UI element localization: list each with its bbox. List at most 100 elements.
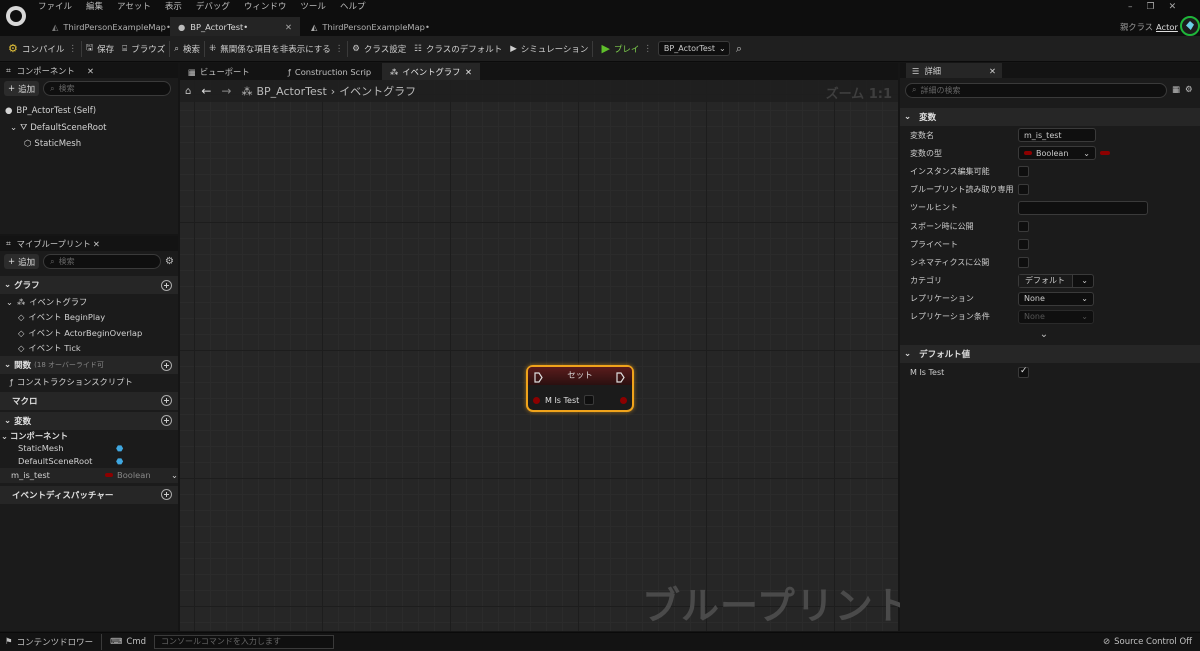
- source-control-button[interactable]: ⊘ Source Control Off: [1103, 637, 1192, 647]
- add-graph-icon[interactable]: [161, 279, 172, 291]
- more-icon[interactable]: ⋮: [643, 44, 652, 54]
- minimize-icon[interactable]: –: [1128, 2, 1133, 12]
- private-checkbox[interactable]: [1018, 238, 1029, 250]
- compile-button[interactable]: ⚙ コンパイル ⋮: [4, 36, 81, 62]
- chevron-down-icon[interactable]: ⌄: [171, 470, 178, 480]
- var-m-is-test[interactable]: m_is_test Boolean ⌄: [0, 467, 178, 483]
- components-subsection[interactable]: ⌄ コンポーネント: [0, 430, 178, 442]
- mybp-search-input[interactable]: ⌕ 検索: [43, 254, 162, 269]
- pin-value-checkbox[interactable]: [584, 395, 595, 405]
- add-button[interactable]: + 追加: [4, 254, 40, 269]
- tab-map-1[interactable]: ◭ ThirdPersonExampleMap•: [44, 17, 171, 36]
- graph-section-header[interactable]: ⌄ グラフ: [0, 276, 178, 294]
- breadcrumb-leaf[interactable]: イベントグラフ: [339, 83, 416, 99]
- functions-section-header[interactable]: ⌄ 関数 (18 オーバーライド可: [0, 356, 178, 374]
- tree-item-staticmesh[interactable]: ⬡ StaticMesh: [0, 136, 178, 152]
- unreal-logo-icon[interactable]: [6, 6, 26, 26]
- table-view-icon[interactable]: ▦: [1172, 85, 1180, 95]
- menu-file[interactable]: ファイル: [38, 0, 72, 15]
- macros-section-header[interactable]: マクロ: [0, 391, 178, 410]
- close-window-icon[interactable]: ✕: [1169, 2, 1177, 12]
- save-button[interactable]: 🖫 保存: [82, 36, 118, 62]
- class-settings-button[interactable]: ⚙ クラス設定: [348, 36, 410, 62]
- search-icon[interactable]: ⌕: [736, 42, 742, 56]
- add-variable-icon[interactable]: [161, 415, 172, 426]
- bool-out-pin-icon[interactable]: [620, 396, 627, 404]
- console-input[interactable]: コンソールコマンドを入力します: [154, 634, 335, 649]
- content-drawer-button[interactable]: ⚑ コンテンツドロワー: [0, 633, 93, 651]
- var-staticmesh[interactable]: StaticMesh ⬣: [0, 442, 178, 455]
- forward-arrow-icon[interactable]: →: [221, 84, 231, 98]
- event-graph-canvas[interactable]: ⌂ ← → ⁂ BP_ActorTest › イベントグラフ ズーム 1:1 ブ…: [180, 80, 912, 631]
- tree-item-defaultsceneroot[interactable]: ⌄ ⛛ DefaultSceneRoot: [0, 120, 178, 136]
- browse-button[interactable]: ⌸ ブラウズ: [118, 36, 169, 62]
- debug-object-select[interactable]: BP_ActorTest ⌄: [657, 41, 730, 56]
- back-arrow-icon[interactable]: ←: [201, 84, 211, 98]
- variable-name-input[interactable]: m_is_test: [1018, 128, 1096, 143]
- exec-out-pin-icon[interactable]: [616, 372, 625, 383]
- replication-select[interactable]: None ⌄: [1018, 291, 1094, 306]
- menu-tools[interactable]: ツール: [300, 0, 326, 15]
- add-macro-icon[interactable]: [161, 395, 172, 406]
- restore-icon[interactable]: ❐: [1147, 2, 1155, 12]
- tab-map-2[interactable]: ◭ ThirdPersonExampleMap•: [303, 17, 430, 36]
- tab-viewport[interactable]: ▦ ビューポート: [180, 63, 280, 80]
- close-icon[interactable]: ✕: [989, 66, 996, 76]
- default-value-section-header[interactable]: ⌄ デフォルト値: [900, 345, 1200, 364]
- menu-debug[interactable]: デバッグ: [196, 0, 230, 15]
- breadcrumb-root[interactable]: BP_ActorTest: [256, 85, 326, 98]
- event-actorbeginoverlap-item[interactable]: ◇ イベント ActorBeginOverlap: [0, 325, 178, 341]
- expose-cinematics-checkbox[interactable]: [1018, 256, 1029, 268]
- event-graph-item[interactable]: ⌄ ⁂ イベントグラフ: [0, 294, 178, 310]
- menu-window[interactable]: ウィンドウ: [244, 0, 287, 15]
- event-beginplay-item[interactable]: ◇ イベント BeginPlay: [0, 310, 178, 326]
- add-function-icon[interactable]: [161, 359, 172, 371]
- bool-in-pin-icon[interactable]: [533, 396, 540, 404]
- dispatchers-section-header[interactable]: イベントディスパッチャー: [0, 485, 178, 504]
- play-button[interactable]: ▶ プレイ ⋮: [597, 36, 655, 62]
- menu-asset[interactable]: アセット: [117, 0, 151, 15]
- menu-edit[interactable]: 編集: [86, 0, 103, 15]
- self-item[interactable]: ● BP_ActorTest (Self): [0, 102, 178, 120]
- close-icon[interactable]: ✕: [285, 22, 292, 32]
- chevron-down-icon[interactable]: ⌄: [1076, 276, 1093, 285]
- variable-section-header[interactable]: ⌄ 変数: [900, 108, 1200, 126]
- close-icon[interactable]: ✕: [465, 67, 472, 77]
- components-search-input[interactable]: ⌕ 検索: [43, 81, 172, 96]
- variable-type-select[interactable]: Boolean ⌄: [1018, 146, 1096, 161]
- class-defaults-button[interactable]: ☷ クラスのデフォルト: [410, 36, 506, 62]
- category-combo[interactable]: デフォルト ⌄: [1018, 273, 1094, 288]
- hide-unrelated-button[interactable]: ⁜ 無関係な項目を非表示にする ⋮: [205, 36, 347, 62]
- details-search-input[interactable]: ⌕ 詳細の検索: [905, 82, 1167, 98]
- close-icon[interactable]: ✕: [93, 239, 100, 249]
- bp-readonly-checkbox[interactable]: [1018, 184, 1029, 196]
- tab-construction-script[interactable]: ƒ Construction Scrip: [280, 63, 382, 80]
- source-control-avatar-icon[interactable]: [1180, 16, 1200, 36]
- add-component-button[interactable]: + 追加: [4, 81, 40, 96]
- menu-help[interactable]: ヘルプ: [340, 0, 366, 15]
- container-type-icon[interactable]: [1100, 151, 1110, 156]
- close-icon[interactable]: ✕: [87, 66, 94, 76]
- chevron-down-icon[interactable]: ⌄: [1040, 329, 1048, 340]
- add-dispatcher-icon[interactable]: [161, 489, 172, 500]
- details-tab[interactable]: ☰ 詳細 ✕: [906, 63, 1002, 78]
- default-value-checkbox[interactable]: ✓: [1018, 366, 1029, 378]
- var-defaultsceneroot[interactable]: DefaultSceneRoot ⬣: [0, 455, 178, 468]
- event-tick-item[interactable]: ◇ イベント Tick: [0, 341, 178, 357]
- tab-bp-actortest[interactable]: ● BP_ActorTest• ✕: [170, 17, 300, 36]
- construction-script-item[interactable]: ƒ コンストラクションスクリプト: [0, 374, 178, 390]
- more-icon[interactable]: ⋮: [68, 44, 77, 54]
- menu-view[interactable]: 表示: [165, 0, 182, 15]
- variables-section-header[interactable]: ⌄ 変数: [0, 411, 178, 430]
- parent-class-link[interactable]: Actor: [1156, 22, 1178, 32]
- category-value[interactable]: デフォルト: [1019, 274, 1073, 287]
- find-button[interactable]: ⌕ 検索: [170, 36, 204, 62]
- rep-condition-select[interactable]: None ⌄: [1018, 309, 1094, 324]
- gear-icon[interactable]: ⚙: [1185, 85, 1193, 95]
- set-variable-node[interactable]: セット M Is Test: [526, 365, 634, 412]
- instance-editable-checkbox[interactable]: [1018, 165, 1029, 177]
- tab-event-graph[interactable]: ⁂ イベントグラフ ✕: [382, 63, 480, 80]
- bookmark-icon[interactable]: ⌂: [185, 86, 191, 97]
- expose-spawn-checkbox[interactable]: [1018, 220, 1029, 232]
- more-icon[interactable]: ⋮: [335, 44, 344, 54]
